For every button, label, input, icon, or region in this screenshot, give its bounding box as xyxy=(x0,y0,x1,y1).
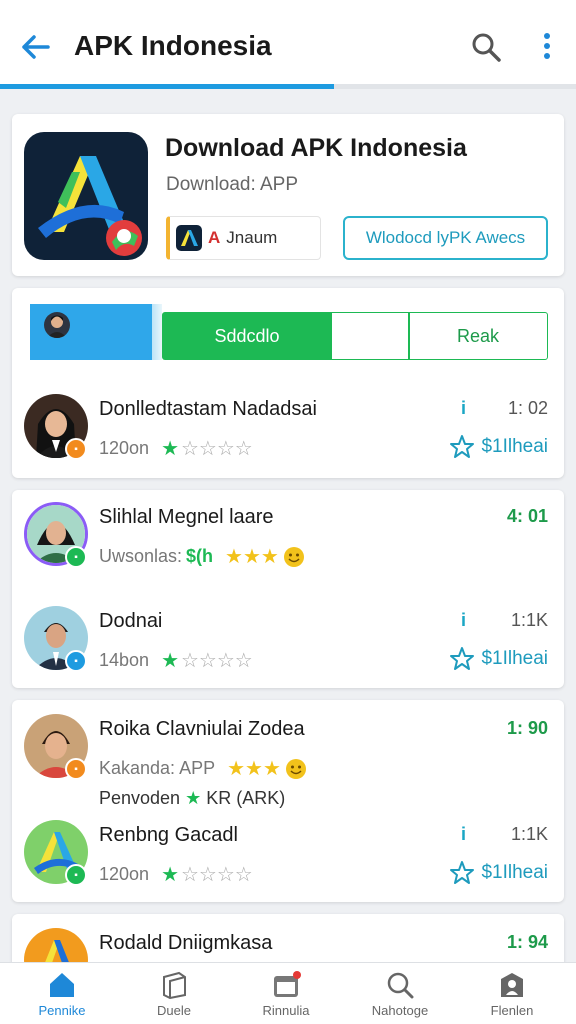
info-icon[interactable]: i xyxy=(461,610,466,631)
tab-profile[interactable] xyxy=(30,304,152,360)
profile-icon xyxy=(501,973,523,997)
download-apk-button[interactable]: Wlodocd lyPK Awecs xyxy=(343,216,548,260)
home-icon xyxy=(50,973,74,997)
loading-progress-bar xyxy=(0,84,576,89)
row-subtitle: 14bon ★ ☆☆☆☆ xyxy=(99,648,253,673)
row-subtitle: 120on ★ ☆☆☆☆ xyxy=(99,862,253,887)
row-detail-tail: KR (ARK) xyxy=(206,788,286,808)
nav-profile[interactable]: Flenlen xyxy=(462,971,562,1018)
page-title: APK Indonesia xyxy=(74,30,272,61)
row-detail: Penvoden ★ KR (ARK) xyxy=(99,788,285,809)
rating-stars: ★ ☆☆☆☆ xyxy=(161,864,253,886)
status-badge: ▪ xyxy=(65,758,87,780)
row-title: Roika Clavniulai Zodea xyxy=(99,718,305,740)
row-subtitle: Kakanda: APP ★★★ xyxy=(99,756,307,781)
star-outline-icon xyxy=(450,435,475,458)
info-icon[interactable]: i xyxy=(461,398,466,419)
progress-fill xyxy=(0,84,335,89)
row-meta: 120on xyxy=(99,438,150,458)
star-outline-icon xyxy=(450,647,475,670)
row-subtitle: 120on ★ ☆☆☆☆ xyxy=(99,436,253,461)
row-count: 1:1K xyxy=(510,610,548,630)
chip-prefix: A xyxy=(208,228,221,247)
info-icon[interactable]: i xyxy=(461,824,466,845)
app-mini-logo-icon xyxy=(176,225,202,251)
row-title: Rodald Dniigmkasa xyxy=(99,932,273,954)
list-card-2: ▪ Slihlal Megnel laare Uwsonlas: $(h ★★★… xyxy=(12,490,564,688)
more-options-icon[interactable] xyxy=(538,32,556,62)
nav-label: Rinnulia xyxy=(262,1003,310,1018)
row-count: 1: 02 xyxy=(507,398,548,418)
favorite-button[interactable]: $1Ilheai xyxy=(449,646,548,672)
list-card-3: ▪ Roika Clavniulai Zodea Kakanda: APP ★★… xyxy=(12,700,564,902)
list-item[interactable]: ▪ Dodnai 14bon ★ ☆☆☆☆ i 1:1K $1Ilheai xyxy=(12,606,564,686)
smile-icon xyxy=(283,546,304,567)
app-bar: APK Indonesia xyxy=(0,0,576,89)
category-chip[interactable]: A Jnaum xyxy=(166,216,321,260)
row-meta: 14bon xyxy=(99,650,150,670)
list-card-1: Sddcdlo Reak ▪ Donlledtastam Nadadsai 12… xyxy=(12,288,564,478)
app-title: Download APK Indonesia xyxy=(165,134,467,162)
row-meta: Uwsonlas: xyxy=(99,546,183,566)
row-action-label: $1Ilheai xyxy=(481,436,548,457)
nav-home[interactable]: Pennike xyxy=(12,971,112,1018)
row-count: 1:1K xyxy=(510,824,548,844)
star-outline-icon xyxy=(450,861,475,884)
list-item[interactable]: ▪ Renbng Gacadl 120on ★ ☆☆☆☆ i 1:1K $1Ilh… xyxy=(12,820,564,900)
row-action-label: $1Ilheai xyxy=(481,862,548,883)
status-badge: ▪ xyxy=(65,546,87,568)
rating-stars: ★★★ xyxy=(225,546,279,568)
rating-stars: ★ ☆☆☆☆ xyxy=(161,438,253,460)
search-icon xyxy=(387,972,414,999)
book-icon xyxy=(163,971,186,999)
avatar xyxy=(44,312,70,338)
bottom-navigation: Pennike Duele Rinnulia Nahotoge Flenlen xyxy=(0,962,576,1024)
app-subtitle: Download: APP xyxy=(166,174,299,195)
nav-label: Flenlen xyxy=(490,1003,534,1018)
tab-reak[interactable]: Reak xyxy=(408,312,548,360)
row-price: $(h xyxy=(186,546,214,566)
nav-label: Pennike xyxy=(38,1003,86,1018)
back-arrow-icon[interactable] xyxy=(18,30,52,64)
favorite-button[interactable]: $1Ilheai xyxy=(449,860,548,886)
smile-icon xyxy=(285,758,306,779)
nav-label: Duele xyxy=(157,1003,191,1018)
status-badge: ▪ xyxy=(65,864,87,886)
row-subtitle: Uwsonlas: $(h ★★★ xyxy=(99,544,305,569)
status-badge: ▪ xyxy=(65,438,87,460)
app-logo-icon xyxy=(24,132,148,260)
tab-empty[interactable] xyxy=(332,312,410,360)
chip-label: Jnaum xyxy=(226,228,278,247)
nav-search[interactable]: Nahotoge xyxy=(350,971,450,1018)
row-title: Slihlal Megnel laare xyxy=(99,506,274,528)
rating-stars: ★★★ xyxy=(227,758,281,780)
nav-calendar[interactable]: Rinnulia xyxy=(236,971,336,1018)
row-count: 1: 90 xyxy=(506,718,548,738)
favorite-button[interactable]: $1Ilheai xyxy=(449,434,548,460)
rating-stars: ★ ☆☆☆☆ xyxy=(161,650,253,672)
row-title: Donlledtastam Nadadsai xyxy=(99,398,317,420)
list-item[interactable]: ▪ Donlledtastam Nadadsai 120on ★ ☆☆☆☆ i 1… xyxy=(12,394,564,474)
tab-active[interactable]: Sddcdlo xyxy=(162,312,332,360)
row-count: 4: 01 xyxy=(506,506,548,526)
nav-books[interactable]: Duele xyxy=(124,971,224,1018)
calendar-icon xyxy=(274,971,301,997)
row-detail-label: Penvoden xyxy=(99,788,181,808)
row-meta: Kakanda: APP xyxy=(99,758,216,778)
list-item[interactable]: ▪ Slihlal Megnel laare Uwsonlas: $(h ★★★… xyxy=(12,502,564,582)
list-item[interactable]: ▪ Roika Clavniulai Zodea Kakanda: APP ★★… xyxy=(12,714,564,808)
tab-bar: Sddcdlo Reak xyxy=(30,304,548,360)
row-meta: 120on xyxy=(99,864,150,884)
app-header-card: Download APK Indonesia Download: APP A J… xyxy=(12,114,564,276)
row-action-label: $1Ilheai xyxy=(481,648,548,669)
row-count: 1: 94 xyxy=(506,932,548,952)
status-badge: ▪ xyxy=(65,650,87,672)
nav-label: Nahotoge xyxy=(371,1003,429,1018)
star-icon: ★ xyxy=(185,788,202,808)
row-title: Dodnai xyxy=(99,610,163,632)
row-title: Renbng Gacadl xyxy=(99,824,238,846)
search-icon[interactable] xyxy=(470,31,502,63)
tab-divider xyxy=(152,304,162,360)
